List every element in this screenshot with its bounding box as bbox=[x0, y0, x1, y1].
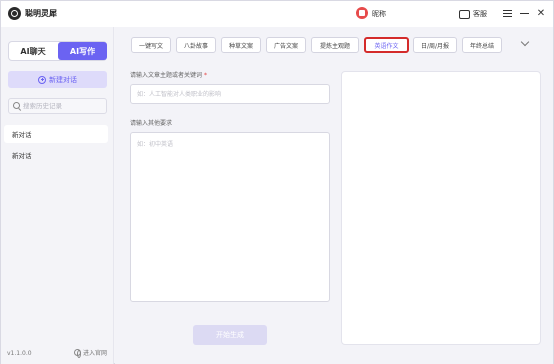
app-window: 聪明灵犀 昵称 客服 ✕ AI聊天 AI写作 新建对话 新对话 bbox=[0, 0, 554, 364]
user-avatar[interactable] bbox=[356, 7, 368, 19]
tab-product-copy[interactable]: 种草文案 bbox=[221, 37, 261, 53]
main-panel: 一键写文 八卦故事 种草文案 广告文案 提炼主观题 英语作文 日/周/月报 年终… bbox=[115, 27, 553, 364]
tab-periodic-report[interactable]: 日/周/月报 bbox=[413, 37, 457, 53]
new-chat-label: 新建对话 bbox=[49, 75, 77, 84]
tab-gossip-story[interactable]: 八卦故事 bbox=[176, 37, 216, 53]
chat-bubble-icon bbox=[459, 9, 470, 19]
support-button[interactable]: 客服 bbox=[459, 7, 487, 21]
new-chat-button[interactable]: 新建对话 bbox=[8, 71, 107, 88]
topic-input[interactable] bbox=[130, 84, 330, 104]
tab-year-end-summary[interactable]: 年终总结 bbox=[462, 37, 502, 53]
conversation-item[interactable]: 新对话 bbox=[4, 125, 108, 143]
topic-label-text: 请输入文章主题或者关键词 bbox=[130, 72, 203, 79]
sidebar: AI聊天 AI写作 新建对话 新对话 新对话 v1.1.0.0 进入官网 bbox=[1, 27, 114, 364]
globe-icon bbox=[74, 349, 81, 358]
app-title: 聪明灵犀 bbox=[25, 9, 57, 18]
minimize-icon bbox=[519, 12, 529, 14]
search-input[interactable] bbox=[23, 99, 105, 113]
support-label: 客服 bbox=[473, 10, 487, 18]
close-icon: ✕ bbox=[536, 7, 546, 19]
hamburger-menu-icon bbox=[502, 9, 512, 17]
chevron-down-icon[interactable] bbox=[520, 37, 530, 47]
other-requirements-field[interactable] bbox=[130, 132, 330, 302]
version-label: v1.1.0.0 bbox=[7, 350, 32, 357]
homepage-label: 进入官网 bbox=[83, 350, 108, 357]
other-requirements-label: 请输入其他要求 bbox=[130, 120, 173, 127]
mode-chat-button[interactable]: AI聊天 bbox=[9, 42, 57, 60]
mode-toggle: AI聊天 AI写作 bbox=[8, 41, 107, 61]
user-name[interactable]: 昵称 bbox=[372, 9, 386, 19]
required-mark: * bbox=[203, 72, 207, 79]
menu-button[interactable] bbox=[500, 6, 514, 20]
conversation-item[interactable]: 新对话 bbox=[4, 146, 108, 164]
title-bar: 聪明灵犀 昵称 客服 ✕ bbox=[1, 1, 553, 27]
minimize-button[interactable] bbox=[517, 6, 531, 20]
output-panel bbox=[341, 71, 541, 345]
close-button[interactable]: ✕ bbox=[534, 6, 548, 20]
topic-label: 请输入文章主题或者关键词 * bbox=[130, 70, 207, 79]
plus-circle-icon bbox=[38, 75, 46, 84]
mode-write-button[interactable]: AI写作 bbox=[58, 42, 107, 60]
tab-ad-copy[interactable]: 广告文案 bbox=[266, 37, 306, 53]
search-icon bbox=[13, 102, 20, 109]
app-logo-icon bbox=[8, 7, 21, 20]
tab-english-essay[interactable]: 英语作文 bbox=[364, 37, 409, 53]
tab-subjective-question[interactable]: 提炼主观题 bbox=[311, 37, 359, 53]
generate-button[interactable]: 开始生成 bbox=[193, 325, 267, 345]
search-box bbox=[8, 98, 107, 114]
tab-one-click-writing[interactable]: 一键写文 bbox=[131, 37, 171, 53]
homepage-link[interactable]: 进入官网 bbox=[74, 348, 108, 358]
